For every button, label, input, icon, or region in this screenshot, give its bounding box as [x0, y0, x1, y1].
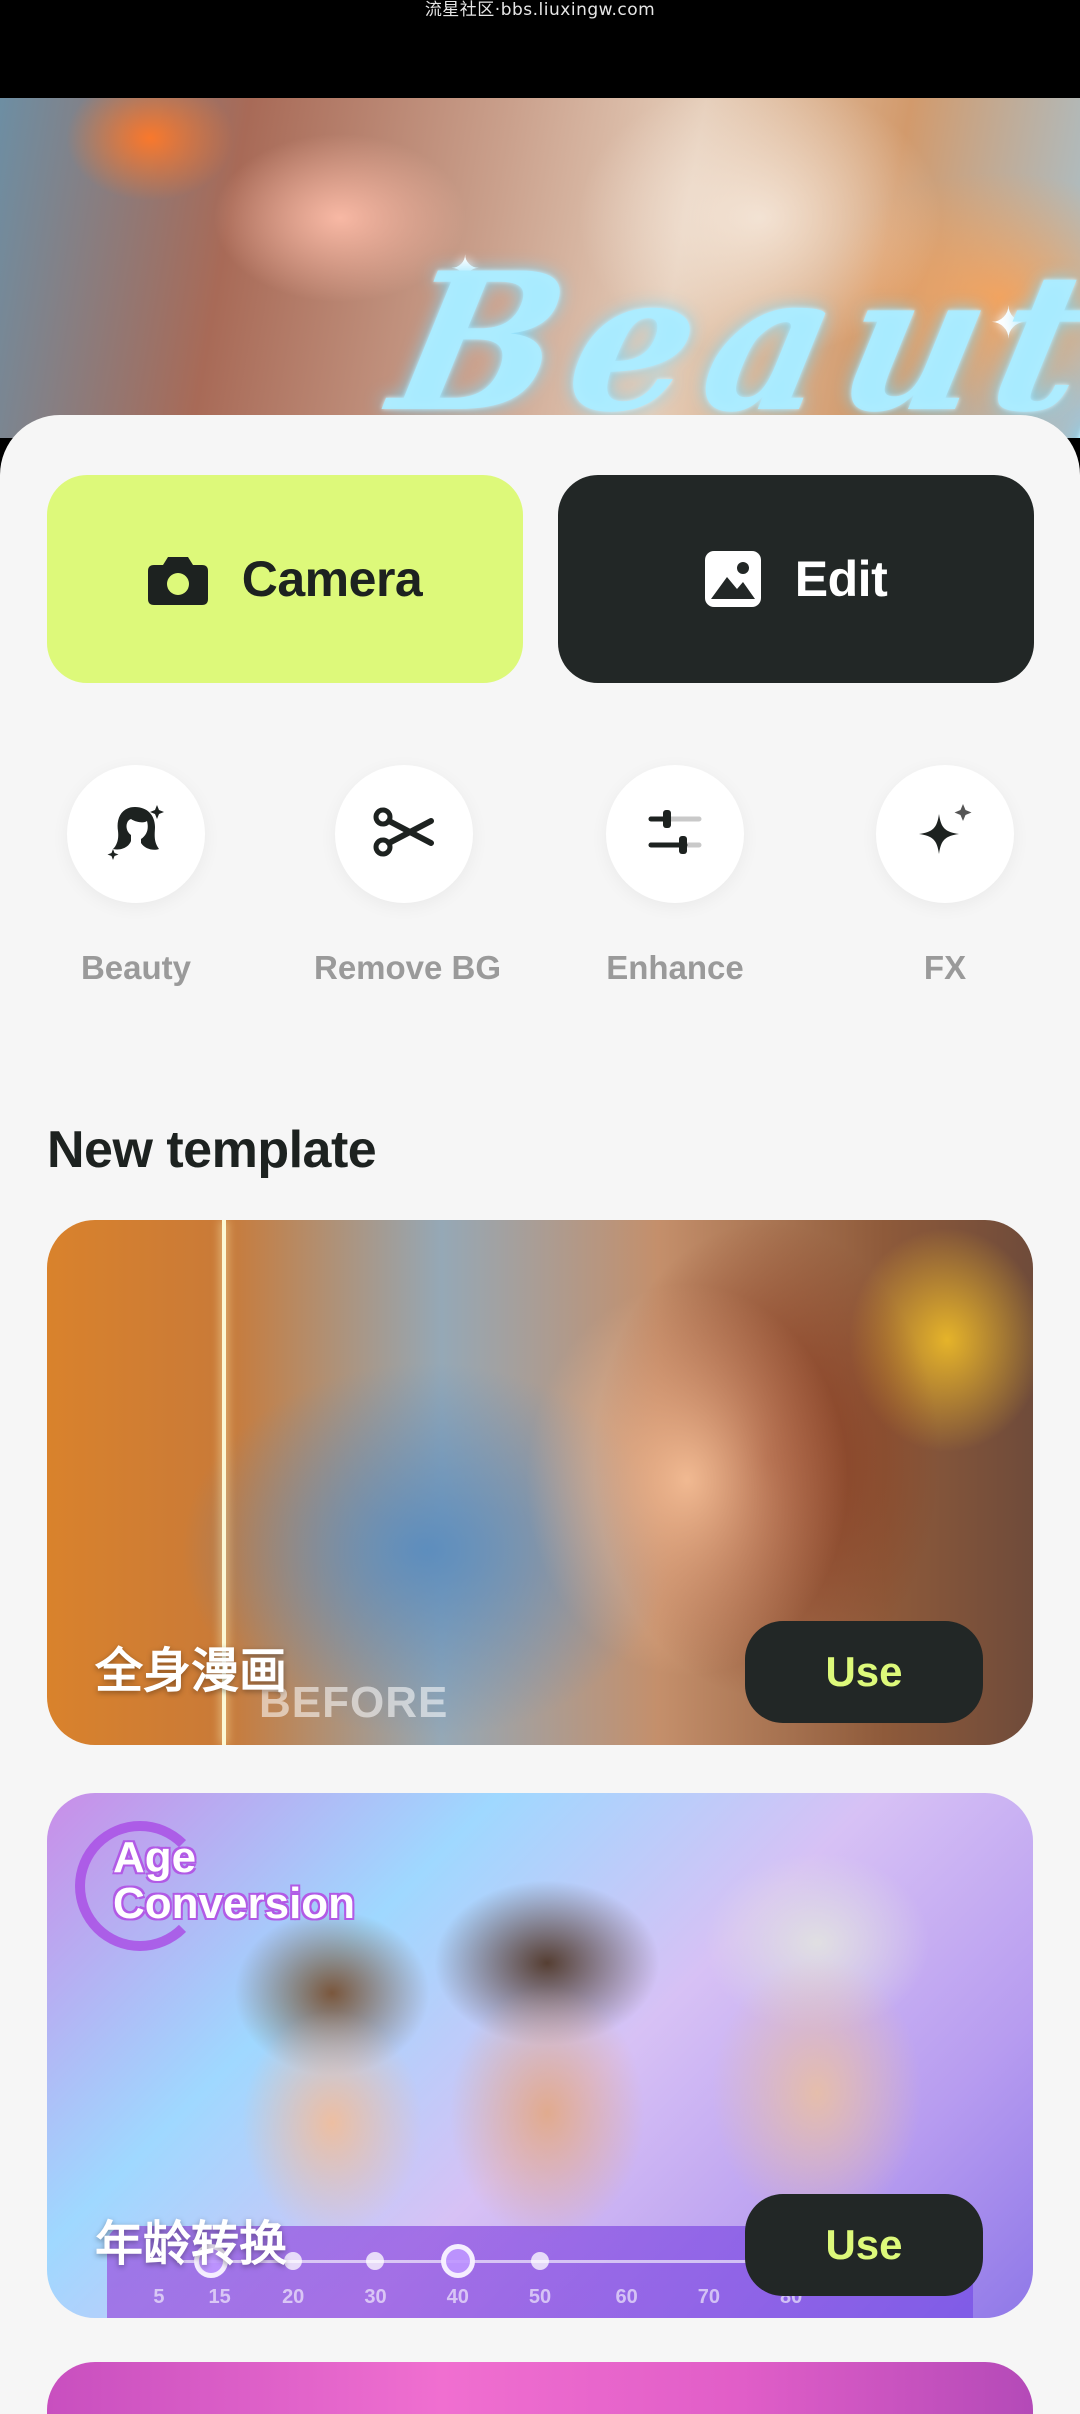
tool-fx-circle: [876, 765, 1014, 903]
tool-enhance-label: Enhance: [606, 949, 744, 986]
edit-button-label: Edit: [794, 551, 888, 607]
badge-line-1: Age: [113, 1833, 197, 1882]
camera-button-label: Camera: [241, 551, 423, 607]
age-scale-label: 40: [446, 2286, 469, 2308]
age-scale-label: 60: [615, 2286, 638, 2308]
tool-beauty-circle: [67, 765, 205, 903]
use-button[interactable]: Use: [745, 1621, 983, 1723]
template-title: 全身漫画: [95, 1643, 288, 1699]
tool-enhance[interactable]: Enhance: [585, 765, 765, 987]
age-scale-marker: [440, 2244, 475, 2278]
use-button[interactable]: Use: [745, 2194, 983, 2296]
status-bar: 流星社区·bbs.liuxingw.com: [0, 0, 1080, 98]
badge-line-2: Conversion: [113, 1879, 356, 1928]
tool-beauty-label: Beauty: [80, 949, 192, 986]
age-scale-label: 20: [282, 2286, 305, 2308]
camera-button[interactable]: Camera: [47, 475, 523, 683]
scissors-icon: [373, 807, 435, 862]
tool-enhance-circle: [606, 765, 744, 903]
template-card[interactable]: BEFORE 全身漫画 Use: [47, 1220, 1033, 1745]
age-scale-label: 15: [208, 2286, 231, 2308]
before-label: BEFORE: [259, 1678, 449, 1727]
template-card[interactable]: [47, 2362, 1033, 2414]
camera-icon: [147, 553, 208, 605]
tool-fx[interactable]: FX: [855, 765, 1035, 987]
hero-title: Beauty: [376, 231, 1080, 438]
face-sparkle-icon: [105, 801, 167, 868]
age-scale-label: 30: [364, 2286, 387, 2308]
template-title: 年龄转换: [95, 2216, 288, 2272]
age-conversion-badge: Age Conversion: [75, 1821, 405, 1951]
tool-remove-bg-circle: [335, 765, 473, 903]
tool-remove-bg[interactable]: Remove BG: [314, 765, 502, 987]
age-scale-tick: [366, 2252, 385, 2270]
sparkle-icon: [915, 802, 975, 867]
age-scale-label: 50: [528, 2286, 552, 2308]
tool-beauty[interactable]: Beauty: [46, 765, 226, 987]
tool-remove-bg-label: Remove BG: [314, 949, 502, 986]
watermark-text: 流星社区·bbs.liuxingw.com: [424, 0, 656, 20]
section-title: New template: [47, 1121, 377, 1179]
age-scale-label: 70: [697, 2286, 720, 2308]
template-card[interactable]: Age Conversion 5 15 20 30 40 50 60 70 80…: [47, 1793, 1033, 2318]
hero-banner[interactable]: ✦ ✦ Beauty: [0, 98, 1080, 438]
age-scale-tick: [531, 2252, 549, 2270]
age-scale-label: 5: [153, 2286, 165, 2308]
image-icon: [704, 551, 761, 607]
edit-button[interactable]: Edit: [558, 475, 1034, 683]
tool-fx-label: FX: [923, 949, 967, 986]
sliders-icon: [647, 807, 703, 862]
